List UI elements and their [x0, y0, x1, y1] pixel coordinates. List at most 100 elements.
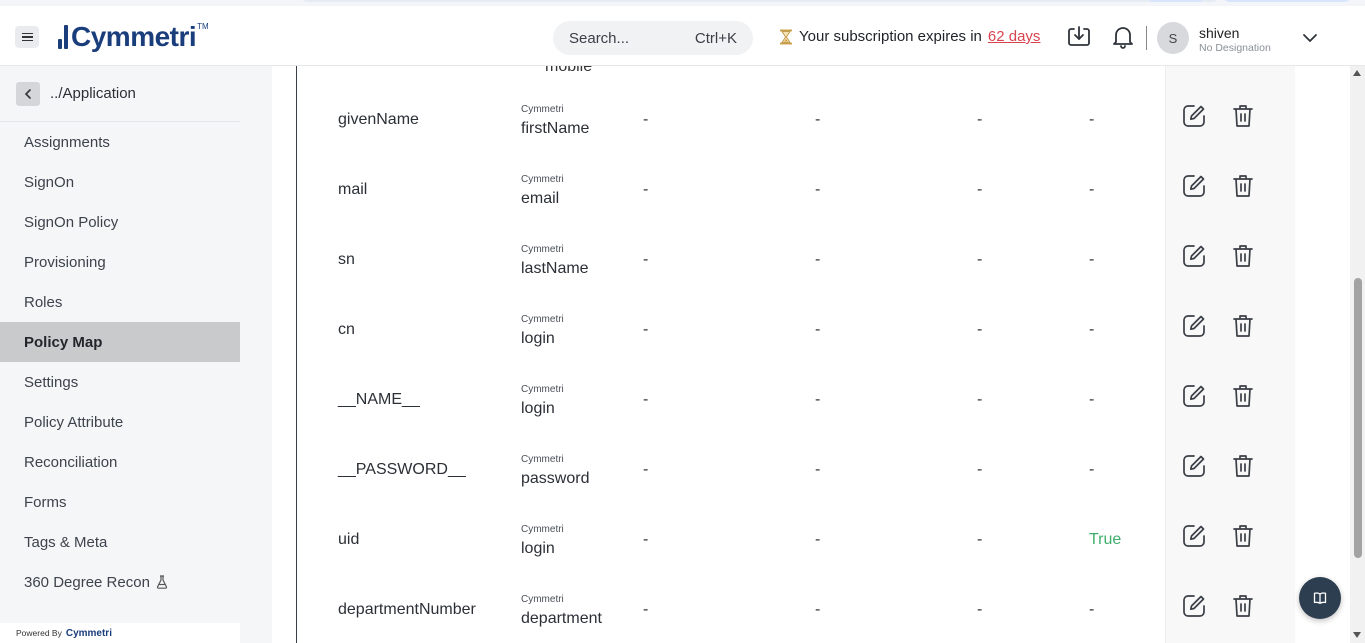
scroll-up-arrow-icon[interactable] — [1353, 70, 1361, 76]
edit-icon[interactable] — [1181, 453, 1207, 479]
edit-icon[interactable] — [1181, 243, 1207, 269]
scroll-down-arrow-icon[interactable] — [1353, 632, 1361, 638]
cymmetri-logo[interactable]: Cymmetri TM — [58, 20, 209, 54]
edit-icon[interactable] — [1181, 593, 1207, 619]
table-row: sn Cymmetri lastName - - - - — [297, 230, 1296, 300]
sidebar-item-label: Settings — [24, 373, 79, 391]
edit-icon[interactable] — [1181, 523, 1207, 549]
sidebar-item-label: Provisioning — [24, 253, 106, 271]
table-cell-value: - — [815, 321, 821, 338]
sidebar-item-label: Assignments — [24, 133, 110, 151]
edit-icon[interactable] — [1181, 173, 1207, 199]
sidebar-item-settings[interactable]: Settings — [0, 362, 240, 402]
table-row: __NAME__ Cymmetri login - - - - — [297, 370, 1296, 440]
back-label[interactable]: ../Application — [50, 85, 136, 102]
table-cell-value: - — [815, 251, 821, 268]
table-cell-name: cn — [338, 321, 355, 338]
scrollbar-thumb[interactable] — [1354, 278, 1362, 558]
edit-icon[interactable] — [1181, 103, 1207, 129]
chevron-left-icon — [24, 89, 31, 99]
user-avatar[interactable]: S — [1157, 22, 1189, 54]
logo-mark-icon — [58, 25, 68, 49]
trademark-mark: TM — [197, 22, 209, 31]
table-cell-value: - — [1089, 181, 1095, 198]
table-cell-value: - — [977, 601, 983, 618]
table-cell-value: - — [815, 111, 821, 128]
content-gutter — [240, 66, 272, 643]
trash-icon[interactable] — [1231, 103, 1255, 129]
powered-by-footer: Powered By Cymmetri — [0, 623, 240, 643]
table-cell-value: - — [643, 321, 649, 338]
sidebar-item-policy-map[interactable]: Policy Map — [0, 322, 240, 362]
table-row: mail Cymmetri email - - - - — [297, 160, 1296, 230]
table-cell-value: - — [977, 391, 983, 408]
trash-icon[interactable] — [1231, 313, 1255, 339]
subscription-days-link[interactable]: 62 days — [988, 28, 1041, 45]
table-row: departmentNumber Cymmetri department - - - - — [297, 580, 1296, 643]
table-cell-value: - — [643, 181, 649, 198]
table-cell-value: - — [643, 461, 649, 478]
sidebar-item-label: SignOn Policy — [24, 213, 119, 231]
table-cell-name: departmentNumber — [338, 601, 476, 618]
edit-icon[interactable] — [1181, 313, 1207, 339]
table-cell-value: - — [977, 461, 983, 478]
sidebar-item-tags-meta[interactable]: Tags & Meta — [0, 522, 240, 562]
trash-icon[interactable] — [1231, 593, 1255, 619]
global-search[interactable]: Search... Ctrl+K — [553, 21, 753, 55]
table-cell-value: - — [643, 391, 649, 408]
sidebar-item-label: Tags & Meta — [24, 533, 108, 551]
page-scrollbar[interactable] — [1350, 66, 1365, 643]
table-cell-source: Cymmetri — [521, 524, 564, 535]
trash-icon[interactable] — [1231, 453, 1255, 479]
chevron-down-icon[interactable] — [1300, 28, 1320, 48]
trash-icon[interactable] — [1231, 243, 1255, 269]
sidebar-item-signon[interactable]: SignOn — [0, 162, 240, 202]
sidebar-item-forms[interactable]: Forms — [0, 482, 240, 522]
table-cell-attribute: mobile — [545, 66, 593, 75]
trash-icon[interactable] — [1231, 523, 1255, 549]
table-cell-value: - — [977, 111, 983, 128]
table-cell-source: Cymmetri — [521, 244, 564, 255]
search-placeholder: Search... — [569, 29, 630, 47]
sidebar-item-reconciliation[interactable]: Reconciliation — [0, 442, 240, 482]
subscription-text: Your subscription expires in — [799, 28, 982, 45]
table-cell-attribute: login — [521, 540, 555, 557]
sidebar-item-label: Policy Attribute — [24, 413, 124, 431]
sidebar-item-assignments[interactable]: Assignments — [0, 122, 240, 162]
sidebar-item-roles[interactable]: Roles — [0, 282, 240, 322]
table-cell-value: - — [977, 251, 983, 268]
table-cell-attribute: email — [521, 190, 560, 207]
trash-icon[interactable] — [1231, 383, 1255, 409]
table-cell-value: - — [815, 181, 821, 198]
edit-icon[interactable] — [1181, 383, 1207, 409]
table-row: __PASSWORD__ Cymmetri password - - - - — [297, 440, 1296, 510]
table-cell-value: - — [1089, 391, 1095, 408]
bell-icon[interactable] — [1110, 24, 1136, 50]
help-guide-button[interactable] — [1299, 577, 1341, 619]
top-strip-tab — [1146, 0, 1206, 2]
sidebar-item-label: Reconciliation — [24, 453, 118, 471]
user-name[interactable]: shiven — [1199, 25, 1239, 41]
back-button[interactable] — [16, 82, 40, 106]
sidebar-item-label: 360 Degree Recon — [24, 573, 150, 591]
download-icon[interactable] — [1066, 24, 1092, 50]
logo-wordmark: Cymmetri — [71, 21, 197, 52]
policy-map-table: mobile givenName Cymmetri firstName - - - - mai… — [296, 66, 1295, 643]
hamburger-menu-icon[interactable] — [15, 26, 39, 48]
sidebar-item-provisioning[interactable]: Provisioning — [0, 242, 240, 282]
table-cell-value: - — [815, 391, 821, 408]
table-cell-attribute: login — [521, 400, 555, 417]
table-cell-value: - — [815, 461, 821, 478]
trash-icon[interactable] — [1231, 173, 1255, 199]
table-cell-attribute: department — [521, 610, 602, 627]
sidebar-item-signon-policy[interactable]: SignOn Policy — [0, 202, 240, 242]
flask-icon — [156, 575, 168, 589]
table-cell-value: - — [643, 601, 649, 618]
sidebar-item-label: Roles — [24, 293, 63, 311]
table-cell-value: - — [1089, 601, 1095, 618]
subscription-notice: Your subscription expires in 62 days — [779, 28, 1040, 45]
sidebar-item-360-degree-recon[interactable]: 360 Degree Recon — [0, 562, 240, 602]
table-cell-value: - — [977, 181, 983, 198]
sidebar-item-policy-attribute[interactable]: Policy Attribute — [0, 402, 240, 442]
table-cell-value: True — [1089, 531, 1122, 548]
